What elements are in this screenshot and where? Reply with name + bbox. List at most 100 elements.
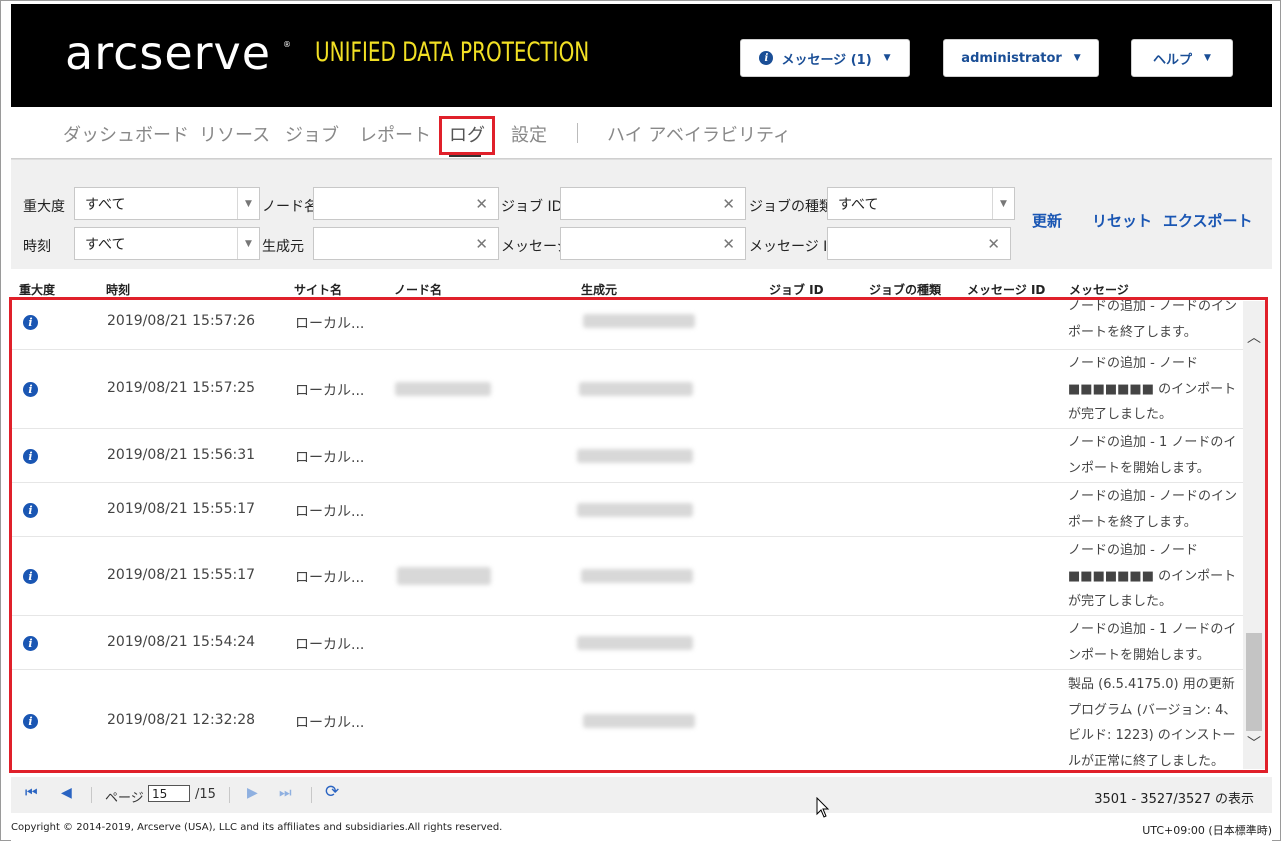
tab-reports[interactable]: レポート (359, 121, 431, 147)
export-link[interactable]: エクスポート (1163, 210, 1253, 231)
table-scrollbar[interactable]: ︿ ﹀ (1243, 301, 1265, 769)
msgid-filter-label: メッセージ ID (749, 239, 839, 255)
chevron-down-icon[interactable]: ▼ (237, 188, 259, 219)
reset-link[interactable]: リセット (1092, 210, 1152, 231)
page-number-input[interactable] (148, 785, 190, 802)
user-name-label: administrator (961, 50, 1062, 66)
generated-filter-label: 生成元 (262, 239, 304, 255)
tab-resources[interactable]: リソース (199, 121, 270, 147)
row-message: ノードの追加 - 1 ノードのインポートを開始します。 (1068, 622, 1237, 663)
pager-divider (311, 787, 312, 803)
table-row[interactable]: i 2019/08/21 15:54:24 ローカル... ノードの追加 - 1… (11, 616, 1243, 670)
row-site: ローカル... (295, 504, 365, 520)
column-site[interactable]: サイト名 (294, 281, 342, 298)
redacted-generated (581, 569, 693, 583)
severity-filter-select[interactable]: すべて ▼ (74, 187, 260, 220)
redacted-generated (577, 636, 693, 650)
app-header: arcserve ® UNIFIED DATA PROTECTION i メッセ… (11, 4, 1272, 107)
info-icon: i (23, 449, 38, 464)
row-message: ノードの追加 - ノード ■■■■■■■ のインポートが完了しました。 (1068, 543, 1237, 609)
msgid-filter-input[interactable]: ✕ (827, 227, 1011, 260)
copyright-text: Copyright © 2014-2019, Arcserve (USA), L… (11, 822, 503, 833)
log-table-body: i 2019/08/21 15:57:26 ローカル... ノードの追加 - ノ… (11, 298, 1266, 773)
column-jobtype[interactable]: ジョブの種類 (869, 281, 941, 298)
row-site: ローカル... (295, 316, 365, 332)
generated-filter-input[interactable]: ✕ (313, 227, 499, 260)
tab-high-availability[interactable]: ハイ アベイラビリティ (607, 121, 791, 147)
table-row[interactable]: i 2019/08/21 15:57:26 ローカル... ノードの追加 - ノ… (11, 298, 1243, 350)
chevron-down-icon[interactable]: ﹀ (1243, 733, 1265, 753)
row-time: 2019/08/21 15:55:17 (107, 501, 256, 517)
column-time[interactable]: 時刻 (106, 281, 130, 298)
last-page-icon[interactable]: ⏭ (279, 785, 292, 801)
table-row[interactable]: i 2019/08/21 15:55:17 ローカル... ノードの追加 - ノ… (11, 537, 1243, 616)
redacted-generated (583, 714, 695, 728)
message-filter-input[interactable]: ✕ (560, 227, 746, 260)
chevron-down-icon: ▼ (883, 53, 891, 63)
user-menu-button[interactable]: administrator ▼ (943, 39, 1099, 77)
scrollbar-thumb[interactable] (1246, 633, 1262, 731)
row-time: 2019/08/21 12:32:28 (107, 712, 256, 728)
table-row[interactable]: i 2019/08/21 12:32:28 ローカル... 製品 (6.5.41… (11, 670, 1243, 773)
row-site: ローカル... (295, 637, 365, 653)
pager-divider (229, 787, 230, 803)
logo-registered-mark: ® (283, 40, 291, 49)
clear-icon[interactable]: ✕ (475, 235, 488, 253)
redacted-generated (577, 449, 693, 463)
main-nav: ダッシュボード リソース ジョブ レポート ログ 設定 ハイ アベイラビリティ (11, 107, 1272, 159)
column-node[interactable]: ノード名 (394, 281, 442, 298)
next-page-icon[interactable]: ▶ (247, 785, 258, 801)
clear-icon[interactable]: ✕ (722, 235, 735, 253)
row-message: 製品 (6.5.4175.0) 用の更新プログラム (バージョン: 4、ビルド:… (1068, 677, 1237, 769)
table-row[interactable]: i 2019/08/21 15:55:17 ローカル... ノードの追加 - ノ… (11, 483, 1243, 537)
time-filter-select[interactable]: すべて ▼ (74, 227, 260, 260)
refresh-link[interactable]: 更新 (1032, 210, 1062, 231)
row-time: 2019/08/21 15:56:31 (107, 447, 256, 463)
first-page-icon[interactable]: ⏮ (25, 785, 38, 801)
row-message: ノードの追加 - ノード ■■■■■■■ のインポートが完了しました。 (1068, 356, 1237, 422)
refresh-icon[interactable]: ⟳ (325, 782, 339, 802)
tab-settings[interactable]: 設定 (511, 121, 547, 147)
row-site: ローカル... (295, 715, 365, 731)
messages-button[interactable]: i メッセージ (1) ▼ (740, 39, 910, 77)
chevron-up-icon[interactable]: ︿ (1243, 327, 1265, 347)
timezone-text: UTC+09:00 (日本標準時) (1142, 824, 1272, 837)
info-icon: i (23, 636, 38, 651)
tab-dashboard[interactable]: ダッシュボード (63, 121, 189, 147)
product-name: UNIFIED DATA PROTECTION (315, 37, 590, 68)
redacted-generated (583, 314, 695, 328)
row-message: ノードの追加 - 1 ノードのインポートを開始します。 (1068, 435, 1237, 476)
column-jobid[interactable]: ジョブ ID (769, 281, 824, 298)
column-generated[interactable]: 生成元 (581, 281, 617, 298)
messages-label: メッセージ (1) (781, 52, 872, 68)
node-filter-input[interactable]: ✕ (313, 187, 499, 220)
jobtype-filter-select[interactable]: すべて ▼ (827, 187, 1015, 220)
chevron-down-icon[interactable]: ▼ (992, 188, 1014, 219)
time-filter-label: 時刻 (23, 239, 51, 255)
chevron-down-icon[interactable]: ▼ (237, 228, 259, 259)
tab-jobs[interactable]: ジョブ (285, 121, 339, 147)
highlight-box-logs-tab (439, 116, 495, 155)
filter-panel: 重大度 すべて ▼ 時刻 すべて ▼ ノード名 ✕ 生成元 ✕ ジョブ ID ✕… (11, 159, 1272, 269)
column-severity[interactable]: 重大度 (19, 281, 55, 298)
row-message: ノードの追加 - ノードのインポートを終了します。 (1068, 489, 1237, 530)
jobtype-filter-value: すべて (838, 196, 879, 213)
pager-divider (91, 787, 92, 803)
clear-icon[interactable]: ✕ (722, 195, 735, 213)
page-label: ページ (105, 791, 144, 806)
redacted-node (397, 567, 491, 585)
help-button[interactable]: ヘルプ ▼ (1131, 39, 1233, 77)
info-icon: i (759, 51, 774, 65)
redacted-generated (577, 503, 693, 517)
clear-icon[interactable]: ✕ (475, 195, 488, 213)
nav-divider (577, 123, 578, 143)
clear-icon[interactable]: ✕ (987, 235, 1000, 253)
column-msgid[interactable]: メッセージ ID (967, 281, 1045, 298)
table-row[interactable]: i 2019/08/21 15:57:25 ローカル... ノードの追加 - ノ… (11, 350, 1243, 429)
info-icon: i (23, 382, 38, 397)
jobid-filter-input[interactable]: ✕ (560, 187, 746, 220)
prev-page-icon[interactable]: ◀ (61, 785, 72, 801)
chevron-down-icon: ▼ (1204, 53, 1211, 63)
table-row[interactable]: i 2019/08/21 15:56:31 ローカル... ノードの追加 - 1… (11, 429, 1243, 483)
column-message[interactable]: メッセージ (1069, 281, 1129, 298)
